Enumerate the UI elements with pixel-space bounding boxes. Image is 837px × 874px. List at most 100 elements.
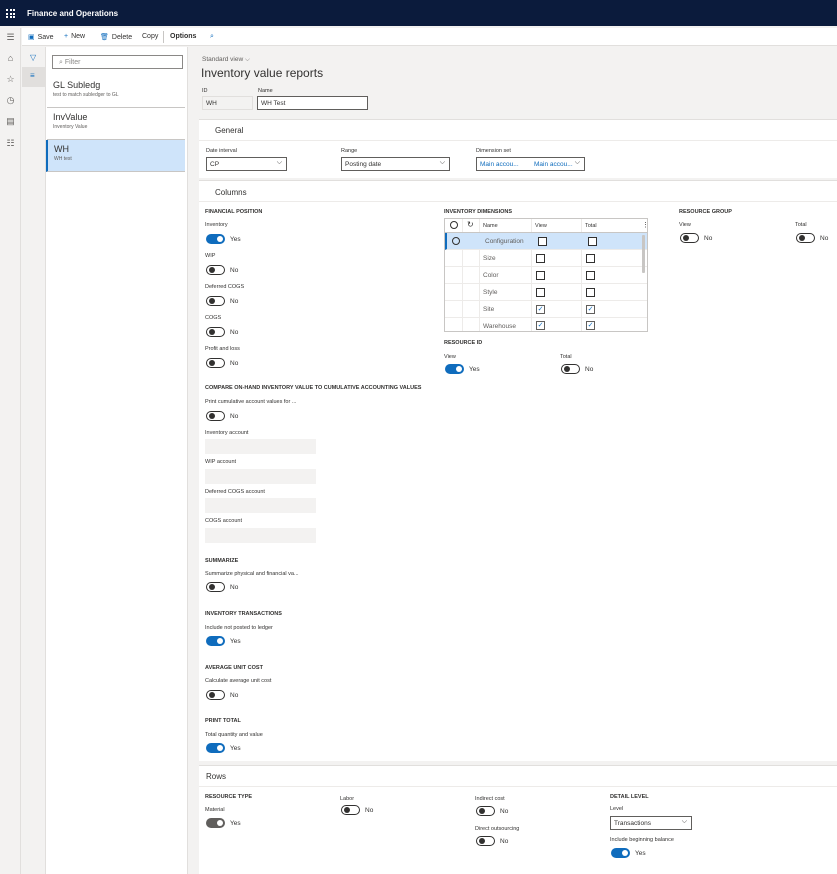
cogs-toggle[interactable] — [206, 327, 225, 337]
wip-toggle[interactable] — [206, 265, 225, 275]
action-pane: ▣ Save + New 🗑 Delete Copy Options ⌕ — [22, 28, 837, 46]
print-cumulative-toggle[interactable] — [206, 411, 225, 421]
list-item[interactable]: InvValue Inventory Value — [47, 108, 185, 140]
plus-icon: + — [64, 33, 69, 40]
filter-icon[interactable]: ▽ — [30, 53, 36, 62]
indirect-cost-label: Indirect cost — [475, 796, 505, 802]
total-checkbox[interactable] — [586, 271, 595, 280]
total-checkbox[interactable] — [586, 288, 595, 297]
grid-scrollbar[interactable] — [642, 235, 645, 273]
list-item-selected[interactable]: WH WH test — [46, 140, 185, 172]
search-button[interactable]: ⌕ — [210, 33, 214, 41]
grid-row[interactable]: Warehouse ✓ ✓ — [445, 318, 647, 331]
direct-outsourcing-label: Direct outsourcing — [475, 826, 520, 832]
hamburger-icon[interactable]: ☰ — [5, 32, 16, 43]
resource-group-total-toggle[interactable] — [796, 233, 815, 243]
beginning-balance-toggle[interactable] — [611, 848, 630, 858]
recent-icon[interactable]: ◷ — [5, 95, 16, 106]
app-launcher-icon[interactable] — [6, 9, 15, 18]
view-checkbox[interactable] — [536, 288, 545, 297]
material-toggle[interactable] — [206, 818, 225, 828]
view-checkbox-checked[interactable]: ✓ — [536, 305, 545, 314]
resource-group-total-label: Total — [795, 222, 807, 228]
list-toolbar: ▽ ≡ — [22, 47, 46, 874]
view-selector[interactable]: Standard view ⌵ — [202, 56, 250, 64]
dimset-select[interactable]: Main accou... Main accou... ⌵ — [476, 157, 585, 171]
more-icon[interactable]: ⋮ — [642, 221, 649, 229]
include-not-posted-toggle[interactable] — [206, 636, 225, 646]
total-checkbox[interactable] — [588, 237, 597, 246]
columns-title[interactable]: Columns — [215, 188, 247, 197]
toggle-state: No — [820, 235, 829, 242]
select-all-radio[interactable] — [450, 221, 458, 229]
chevron-down-icon: ⌵ — [574, 159, 580, 166]
divider — [199, 140, 837, 141]
general-title[interactable]: General — [215, 126, 243, 135]
date-interval-select[interactable]: CP ⌵ — [206, 157, 287, 171]
home-icon[interactable]: ⌂ — [5, 53, 16, 63]
grid-row[interactable]: Configuration — [445, 233, 647, 250]
toggle-state: Yes — [469, 366, 480, 373]
toggle-state: No — [230, 413, 239, 420]
total-checkbox-checked[interactable]: ✓ — [586, 305, 595, 314]
list-item-desc: test to match subledger to GL — [53, 92, 119, 98]
labor-toggle[interactable] — [341, 805, 360, 815]
grid-row[interactable]: Color — [445, 267, 647, 284]
level-select[interactable]: Transactions ⌵ — [610, 816, 692, 830]
columns-section: Columns FINANCIAL POSITION Inventory Yes… — [199, 180, 837, 761]
search-icon: ⌕ — [210, 33, 214, 40]
nav-rail: ☰ ⌂ ☆ ◷ ▤ ☷ — [0, 28, 21, 874]
average-unit-cost-toggle[interactable] — [206, 690, 225, 700]
profit-loss-label: Profit and loss — [205, 346, 240, 352]
new-button[interactable]: + New — [64, 33, 85, 40]
delete-button[interactable]: 🗑 Delete — [100, 33, 132, 42]
workspaces-icon[interactable]: ▤ — [5, 116, 16, 127]
profit-loss-toggle[interactable] — [206, 358, 225, 368]
inventory-label: Inventory — [205, 222, 228, 228]
grid-row[interactable]: Site ✓ ✓ — [445, 301, 647, 318]
resource-id-total-toggle[interactable] — [561, 364, 580, 374]
name-field[interactable]: WH Test — [257, 96, 368, 110]
view-checkbox[interactable] — [536, 271, 545, 280]
cogs-label: COGS — [205, 315, 222, 321]
list-item[interactable]: GL Subledg test to match subledger to GL — [47, 76, 185, 108]
modules-icon[interactable]: ☷ — [5, 138, 16, 149]
direct-outsourcing-toggle[interactable] — [476, 836, 495, 846]
refresh-icon[interactable]: ↻ — [467, 220, 474, 229]
grid-row[interactable]: Size — [445, 250, 647, 267]
range-select[interactable]: Posting date ⌵ — [341, 157, 450, 171]
view-checkbox-checked[interactable]: ✓ — [536, 321, 545, 330]
save-button[interactable]: ▣ Save — [28, 33, 54, 42]
view-checkbox[interactable] — [538, 237, 547, 246]
view-checkbox[interactable] — [536, 254, 545, 263]
include-not-posted-label: Include not posted to ledger — [205, 625, 273, 631]
indirect-cost-toggle[interactable] — [476, 806, 495, 816]
favorites-icon[interactable]: ☆ — [5, 74, 16, 85]
inventory-toggle[interactable] — [206, 234, 225, 244]
detail-pane: Standard view ⌵ Inventory value reports … — [188, 47, 837, 874]
inventory-account-label: Inventory account — [205, 430, 249, 436]
filter-input[interactable]: ⌕ Filter — [52, 55, 183, 69]
resource-id-view-toggle[interactable] — [445, 364, 464, 374]
resource-id-view-label: View — [444, 354, 456, 360]
copy-button[interactable]: Copy — [142, 33, 158, 40]
toggle-state: Yes — [230, 638, 241, 645]
dimension-name: Style — [483, 289, 498, 296]
resource-group-view-toggle[interactable] — [680, 233, 699, 243]
app-header: Finance and Operations — [0, 0, 837, 26]
dimension-name: Size — [483, 255, 496, 262]
grid-row[interactable]: Style — [445, 284, 647, 301]
column-header-view[interactable]: View — [535, 223, 547, 229]
total-checkbox[interactable] — [586, 254, 595, 263]
rows-title[interactable]: Rows — [206, 772, 226, 781]
column-header-total[interactable]: Total — [585, 223, 597, 229]
total-qty-value-toggle[interactable] — [206, 743, 225, 753]
summarize-toggle[interactable] — [206, 582, 225, 592]
total-checkbox-checked[interactable]: ✓ — [586, 321, 595, 330]
column-header-name[interactable]: Name — [483, 223, 498, 229]
deferred-cogs-toggle[interactable] — [206, 296, 225, 306]
options-tab[interactable]: Options — [170, 33, 196, 40]
resource-group-view-label: View — [679, 222, 691, 228]
row-select-radio[interactable] — [452, 237, 460, 245]
divider — [163, 31, 164, 43]
